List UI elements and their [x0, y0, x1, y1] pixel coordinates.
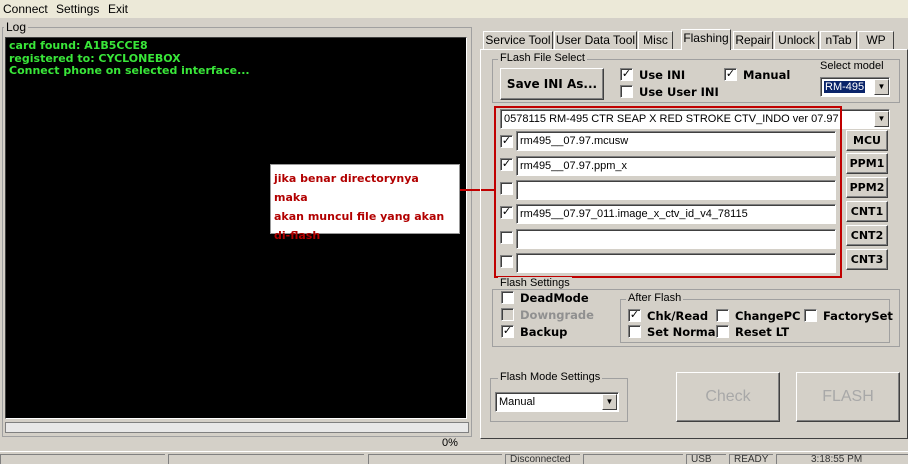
cnt2-button[interactable]: CNT2	[846, 225, 888, 246]
flash-settings-caption: Flash Settings	[498, 277, 572, 289]
flash-mode-caption: Flash Mode Settings	[498, 371, 603, 383]
model-value: RM-495	[824, 81, 866, 93]
tab-repair[interactable]: Repair	[733, 31, 773, 49]
after-flash-caption: After Flash	[626, 292, 684, 304]
tab-flashing[interactable]: Flashing	[681, 29, 731, 50]
reset-lt-checkbox[interactable]	[716, 325, 729, 338]
annotation-line-2: akan muncul file yang akan	[274, 210, 445, 223]
status-bar: Disconnected USB READY 3:18:55 PM	[0, 451, 908, 464]
ppm2-button[interactable]: PPM2	[846, 177, 888, 198]
status-connection: Disconnected	[505, 454, 580, 464]
status-cell-1	[0, 454, 165, 464]
menu-settings[interactable]: Settings	[56, 2, 99, 16]
factory-set-checkbox[interactable]	[804, 309, 817, 322]
check-button[interactable]: Check	[676, 372, 780, 422]
save-ini-button[interactable]: Save INI As...	[500, 68, 604, 100]
chevron-down-icon[interactable]: ▼	[874, 79, 889, 95]
use-user-ini-label: Use User INI	[639, 85, 719, 99]
tab-service-tool[interactable]: Service Tool	[483, 31, 553, 49]
downgrade-label: Downgrade	[520, 308, 594, 322]
set-normal-label: Set Normal	[647, 325, 720, 339]
log-scrollbar[interactable]	[5, 422, 469, 433]
status-mode: USB	[686, 454, 726, 464]
progress-bar	[0, 437, 472, 451]
tab-user-data-tool[interactable]: User Data Tool	[554, 31, 637, 49]
use-user-ini-checkbox[interactable]	[620, 85, 633, 98]
change-pc-label: ChangePC	[735, 309, 801, 323]
annotation-line-1: jika benar directorynya maka	[274, 172, 419, 204]
use-ini-label: Use INI	[639, 68, 686, 82]
use-ini-checkbox[interactable]: ✓	[620, 68, 633, 81]
backup-checkbox[interactable]: ✓	[501, 325, 514, 338]
reset-lt-label: Reset LT	[735, 325, 790, 339]
chevron-down-icon[interactable]: ▼	[874, 111, 889, 127]
ppm1-button[interactable]: PPM1	[846, 153, 888, 174]
log-caption: Log	[4, 20, 29, 34]
progress-percent: 0%	[442, 437, 458, 449]
select-model-label: Select model	[820, 60, 884, 72]
flash-mode-select[interactable]: Manual	[495, 392, 619, 412]
deadmode-label: DeadMode	[520, 291, 589, 305]
menu-bar: Connect Settings Exit	[0, 0, 908, 18]
annotation-callout: jika benar directorynya maka akan muncul…	[270, 164, 460, 242]
manual-label: Manual	[743, 68, 791, 82]
mcu-button[interactable]: MCU	[846, 130, 888, 151]
set-normal-checkbox[interactable]	[628, 325, 641, 338]
menu-exit[interactable]: Exit	[108, 2, 128, 16]
manual-checkbox[interactable]: ✓	[724, 68, 737, 81]
flash-button[interactable]: FLASH	[796, 372, 900, 422]
annotation-line-3: di-flash	[274, 229, 321, 242]
highlight-frame	[494, 106, 842, 278]
log-line: card found: A1B5CCE8	[9, 39, 148, 52]
chevron-down-icon[interactable]: ▼	[602, 394, 617, 410]
deadmode-checkbox[interactable]	[501, 291, 514, 304]
tab-wp[interactable]: WP	[858, 31, 894, 49]
downgrade-checkbox	[501, 308, 514, 321]
status-cell-2	[168, 454, 364, 464]
menu-connect[interactable]: Connect	[3, 2, 48, 16]
cnt1-button[interactable]: CNT1	[846, 201, 888, 222]
tab-unlock[interactable]: Unlock	[774, 31, 819, 49]
chk-read-checkbox[interactable]: ✓	[628, 309, 641, 322]
cnt3-button[interactable]: CNT3	[846, 249, 888, 270]
status-state: READY	[729, 454, 773, 464]
log-line: Connect phone on selected interface...	[9, 64, 250, 77]
flash-file-select-caption: FLash File Select	[498, 52, 587, 64]
chk-read-label: Chk/Read	[647, 309, 709, 323]
status-time: 3:18:55 PM	[776, 454, 908, 464]
status-cell-3	[368, 454, 502, 464]
tab-strip: Service Tool User Data Tool Misc Flashin…	[480, 29, 908, 50]
change-pc-checkbox[interactable]	[716, 309, 729, 322]
tab-misc[interactable]: Misc	[638, 31, 673, 49]
tab-ntab[interactable]: nTab	[820, 31, 857, 49]
backup-label: Backup	[520, 325, 568, 339]
status-cell-5	[583, 454, 683, 464]
factory-set-label: FactorySet	[823, 309, 893, 323]
